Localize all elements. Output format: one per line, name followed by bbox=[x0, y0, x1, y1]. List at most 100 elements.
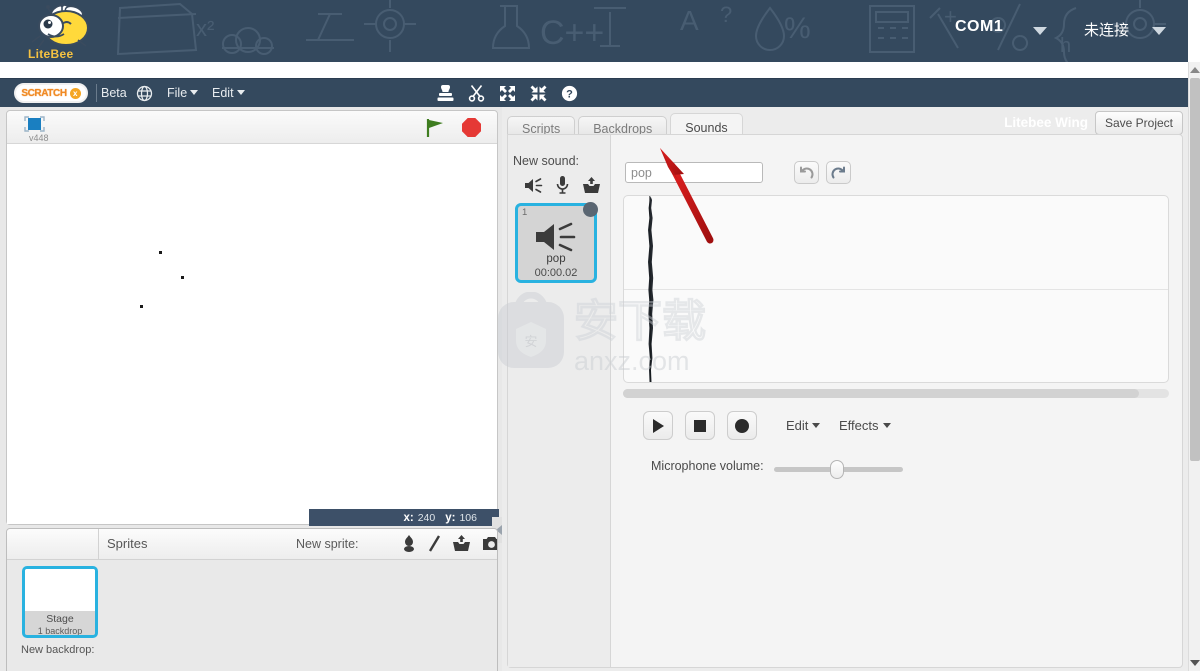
sprite-library-icon[interactable] bbox=[401, 535, 417, 557]
stage-version-label: v448 bbox=[29, 133, 49, 143]
stage-thumbnail-item[interactable]: Stage 1 backdrop bbox=[22, 566, 98, 638]
sound-list-item[interactable]: 1 close-icon pop 00:00.02 bbox=[515, 202, 598, 283]
stage-thumbnail-title: Stage bbox=[46, 613, 74, 625]
chevron-down-icon-com[interactable] bbox=[1033, 27, 1047, 35]
sound-editor: Edit Effects Microphone volume: bbox=[611, 135, 1182, 667]
save-project-button[interactable]: Save Project bbox=[1094, 111, 1183, 135]
sound-library-icon[interactable] bbox=[524, 177, 543, 199]
close-icon[interactable]: close-icon bbox=[583, 202, 598, 217]
coord-y-label: y: bbox=[445, 511, 456, 524]
sprite-panel-corner bbox=[7, 529, 99, 560]
sound-list-column: New sound: 1 pop 00:00.02 bbox=[508, 135, 611, 667]
menu-edit-label: Edit bbox=[212, 86, 234, 100]
app-root: C++ A ? % + h x² LiteBee COM1 未连接 SCRATC… bbox=[0, 0, 1200, 671]
stage-coordinate-readout: x: 240 y: 106 bbox=[309, 509, 499, 526]
stage-thumbnail-caption: Stage 1 backdrop bbox=[25, 613, 95, 636]
scroll-down-icon[interactable] bbox=[1189, 656, 1200, 670]
paint-new-sprite-icon[interactable] bbox=[428, 535, 441, 557]
svg-text:h: h bbox=[1060, 35, 1071, 57]
coord-y-value: 106 bbox=[459, 511, 477, 524]
svg-text:A: A bbox=[680, 5, 699, 36]
scratch-logo[interactable]: SCRATCH x bbox=[14, 83, 88, 103]
logo-wordmark: LiteBee bbox=[28, 47, 74, 61]
camera-sprite-icon[interactable] bbox=[482, 536, 497, 557]
menu-file-label: File bbox=[167, 86, 188, 100]
stop-sign-icon[interactable] bbox=[462, 118, 481, 137]
help-icon[interactable]: ? bbox=[561, 85, 578, 102]
record-microphone-icon[interactable] bbox=[556, 176, 569, 199]
sprite-panel: Sprites New sprite: Stage 1 backdrop New… bbox=[6, 528, 498, 671]
green-flag-icon[interactable] bbox=[424, 117, 445, 143]
sound-effects-menu-label: Effects bbox=[839, 418, 879, 433]
shrink-icon[interactable] bbox=[530, 85, 547, 102]
undo-button[interactable] bbox=[794, 161, 819, 184]
sound-item-name: pop bbox=[546, 253, 566, 265]
play-button[interactable] bbox=[643, 411, 673, 440]
svg-text:%: % bbox=[784, 12, 811, 45]
sound-effects-menu[interactable]: Effects bbox=[839, 418, 891, 433]
waveform-midline bbox=[624, 289, 1168, 290]
waveform-scrollbar[interactable] bbox=[623, 389, 1169, 398]
sound-waveform bbox=[648, 196, 654, 382]
new-sprite-actions bbox=[401, 535, 497, 557]
record-button[interactable] bbox=[727, 411, 757, 440]
waveform-panel[interactable] bbox=[623, 195, 1169, 383]
litebee-logo: LiteBee bbox=[18, 2, 104, 62]
sound-edit-menu[interactable]: Edit bbox=[786, 418, 821, 433]
stop-button[interactable] bbox=[685, 411, 715, 440]
stage-panel: v448 x: 240 y: 106 bbox=[6, 110, 506, 543]
menubar-divider bbox=[96, 84, 97, 102]
chevron-down-icon-connection[interactable] bbox=[1152, 27, 1166, 35]
upload-sprite-icon[interactable] bbox=[452, 535, 471, 557]
microphone-volume-slider-knob[interactable] bbox=[830, 460, 844, 479]
new-sound-label: New sound: bbox=[513, 154, 580, 168]
connection-status-selector[interactable]: 未连接 bbox=[1084, 19, 1129, 40]
svg-text:?: ? bbox=[720, 2, 732, 27]
new-sound-actions bbox=[524, 176, 601, 199]
waveform-scrollbar-thumb[interactable] bbox=[623, 389, 1139, 398]
sound-transport-controls bbox=[643, 411, 757, 440]
svg-text:?: ? bbox=[566, 88, 573, 100]
editor-panel: Scripts Backdrops Sounds Litebee Wing Sa… bbox=[502, 107, 1188, 671]
sound-name-input[interactable] bbox=[625, 162, 763, 183]
sprites-label: Sprites bbox=[107, 536, 148, 551]
new-sprite-label: New sprite: bbox=[296, 537, 359, 551]
upload-sound-icon[interactable] bbox=[582, 176, 601, 199]
com-port-selector[interactable]: COM1 bbox=[955, 18, 1003, 36]
stage-thumbnail-image bbox=[25, 569, 95, 611]
menu-edit[interactable]: Edit bbox=[212, 86, 245, 100]
chevron-down-icon-file bbox=[190, 90, 199, 95]
stage-dot bbox=[159, 251, 162, 254]
tab-sounds-label: Sounds bbox=[685, 120, 728, 135]
main-workspace: v448 x: 240 y: 106 Sprites New sprite: S… bbox=[0, 107, 1188, 671]
stamp-icon[interactable] bbox=[437, 84, 454, 102]
stage-dot bbox=[140, 305, 143, 308]
stage-dot bbox=[181, 276, 184, 279]
stage-header: v448 bbox=[7, 111, 497, 144]
chevron-down-icon-sound-edit bbox=[812, 423, 821, 428]
stage-thumbnail-subtitle: 1 backdrop bbox=[37, 626, 83, 636]
brand-header: C++ A ? % + h x² LiteBee COM1 未连接 bbox=[0, 0, 1188, 62]
microphone-volume-label: Microphone volume: bbox=[651, 459, 764, 473]
scroll-up-icon[interactable] bbox=[1189, 63, 1200, 77]
globe-icon[interactable] bbox=[136, 85, 153, 107]
svg-text:x²: x² bbox=[196, 16, 214, 41]
scrollbar-thumb[interactable] bbox=[1190, 78, 1200, 461]
redo-button[interactable] bbox=[826, 161, 851, 184]
scratch-wordmark: SCRATCH bbox=[21, 87, 67, 99]
grow-icon[interactable] bbox=[499, 85, 516, 102]
scratch-menubar: SCRATCH x Beta File Edit ? bbox=[0, 78, 1188, 107]
menu-file[interactable]: File bbox=[167, 86, 199, 100]
speaker-icon bbox=[534, 222, 578, 257]
chevron-down-icon-edit bbox=[236, 90, 245, 95]
scissors-icon[interactable] bbox=[468, 84, 485, 102]
svg-text:C++: C++ bbox=[540, 14, 604, 52]
new-backdrop-label: New backdrop: bbox=[21, 644, 95, 656]
sound-item-duration: 00:00.02 bbox=[534, 267, 578, 279]
sprite-thumbnail-icon[interactable] bbox=[23, 115, 49, 135]
scratch-badge: x bbox=[69, 87, 81, 99]
stage-canvas[interactable] bbox=[7, 144, 497, 524]
coord-x-label: x: bbox=[403, 511, 414, 524]
header-doodle-background: C++ A ? % + h x² bbox=[116, 0, 1166, 62]
browser-vertical-scrollbar[interactable] bbox=[1188, 62, 1200, 671]
